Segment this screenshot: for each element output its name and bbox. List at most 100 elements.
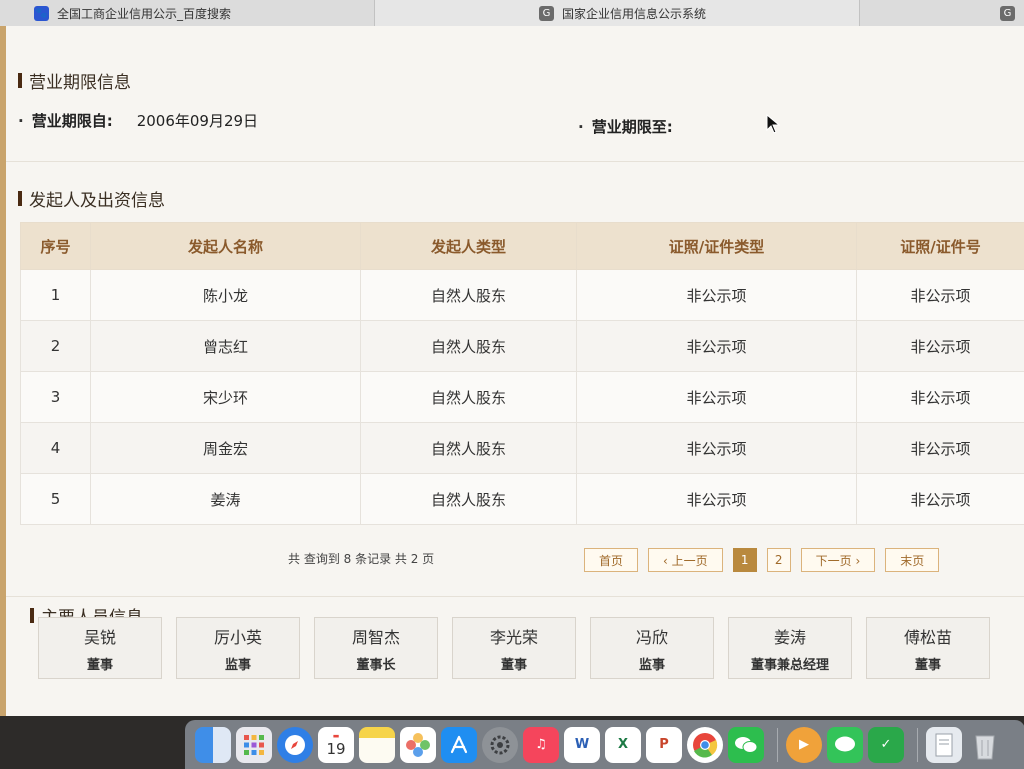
- excel-icon[interactable]: X: [605, 726, 641, 763]
- person-card: 姜涛 董事兼总经理: [728, 617, 852, 679]
- calendar-icon[interactable]: ▬ 19: [318, 726, 354, 763]
- term-to-label: 营业期限至:: [591, 118, 673, 136]
- person-role: 董事: [500, 657, 527, 673]
- first-page-button[interactable]: 首页: [584, 548, 639, 572]
- preview-icon[interactable]: [926, 726, 962, 763]
- tab-third[interactable]: G: [860, 0, 1024, 26]
- title-marker: [18, 73, 22, 88]
- flower-glyph: [406, 732, 430, 757]
- cell-id-number: 非公示项: [856, 422, 1024, 474]
- table-row: 2 曾志红 自然人股东 非公示项 非公示项: [20, 320, 1024, 372]
- cell-id-number: 非公示项: [856, 320, 1024, 372]
- cell-index: 2: [20, 320, 91, 372]
- powerpoint-icon[interactable]: P: [646, 726, 682, 763]
- tab-baidu-search[interactable]: 🐾 全国工商企业信用公示_百度搜索: [20, 0, 375, 26]
- wechat-icon[interactable]: [728, 726, 764, 763]
- last-page-button[interactable]: 末页: [885, 548, 940, 572]
- chrome-icon[interactable]: [687, 726, 723, 763]
- table-row: 1 陈小龙 自然人股东 非公示项 非公示项: [20, 269, 1024, 321]
- trash-icon[interactable]: [967, 727, 1003, 763]
- prev-page-button[interactable]: ‹ 上一页: [648, 548, 723, 572]
- cell-type: 自然人股东: [360, 320, 577, 372]
- dock-separator: [777, 727, 778, 762]
- chrome-glyph: [693, 732, 718, 758]
- person-role: 董事: [86, 657, 113, 673]
- cell-id-type: 非公示项: [576, 422, 857, 474]
- term-from-value: 2006年09月29日: [136, 112, 259, 130]
- bubble-glyph: [835, 736, 855, 751]
- table-row: 3 宋少环 自然人股东 非公示项 非公示项: [20, 371, 1024, 423]
- col-header-type: 发起人类型: [360, 222, 577, 270]
- title-marker: [18, 191, 22, 206]
- page-1-button[interactable]: 1: [732, 548, 757, 572]
- tab-label: 国家企业信用信息公示系统: [562, 6, 707, 21]
- table-row: 4 周金宏 自然人股东 非公示项 非公示项: [20, 422, 1024, 474]
- personnel-cards: 吴锐 董事 厉小英 监事 周智杰 董事长 李光荣 董事 冯欣 监事 姜涛 董事兼…: [38, 617, 1004, 679]
- cell-id-number: 非公示项: [856, 269, 1024, 321]
- person-card: 傅松苗 董事: [866, 617, 990, 679]
- tab-credit-system[interactable]: G 国家企业信用信息公示系统: [375, 0, 860, 26]
- col-header-name: 发起人名称: [90, 222, 361, 270]
- pager-summary: 共 查询到 8 条记录 共 2 页: [288, 552, 435, 566]
- gear-glyph: [490, 735, 510, 754]
- founders-title: 发起人及出资信息: [18, 186, 165, 211]
- founders-table: 序号 发起人名称 发起人类型 证照/证件类型 证照/证件号 1 陈小龙 自然人股…: [20, 222, 1024, 525]
- system-settings-icon[interactable]: [482, 726, 518, 763]
- table-row: 5 姜涛 自然人股东 非公示项 非公示项: [20, 473, 1024, 525]
- cell-index: 1: [20, 269, 91, 321]
- person-name: 厉小英: [213, 627, 262, 647]
- mouse-cursor-icon: [766, 114, 780, 134]
- business-term-title: 营业期限信息: [18, 68, 131, 93]
- person-name: 姜涛: [773, 627, 806, 647]
- cell-name: 曾志红: [90, 320, 361, 372]
- a-glyph: [450, 735, 468, 753]
- bullet: ·: [578, 117, 584, 136]
- cell-id-number: 非公示项: [856, 473, 1024, 525]
- section-divider: [6, 596, 1024, 597]
- photos-icon[interactable]: [400, 726, 436, 763]
- bullet: ·: [18, 111, 24, 130]
- g-site-icon: G: [539, 5, 554, 21]
- next-page-button[interactable]: 下一页 ›: [800, 548, 876, 572]
- dock-separator: [917, 727, 918, 762]
- person-card: 周智杰 董事长: [314, 617, 438, 679]
- cell-type: 自然人股东: [360, 473, 577, 525]
- notes-icon[interactable]: [359, 726, 395, 763]
- person-name: 吴锐: [83, 627, 116, 647]
- trash-glyph: [975, 735, 995, 759]
- section-title-text: 营业期限信息: [29, 73, 131, 93]
- person-card: 李光荣 董事: [452, 617, 576, 679]
- safari-icon[interactable]: [277, 726, 313, 763]
- launchpad-icon[interactable]: [236, 726, 272, 763]
- messages-icon[interactable]: [827, 726, 863, 763]
- col-header-id-type: 证照/证件类型: [576, 222, 857, 270]
- title-marker: [30, 608, 34, 623]
- app-store-icon[interactable]: [441, 726, 477, 763]
- cell-index: 4: [20, 422, 91, 474]
- pagination: 首页 ‹ 上一页 1 2 下一页 › 末页: [584, 548, 949, 572]
- cell-index: 5: [20, 473, 91, 525]
- cell-id-type: 非公示项: [576, 320, 857, 372]
- cell-name: 陈小龙: [90, 269, 361, 321]
- word-icon[interactable]: W: [564, 726, 600, 763]
- page-2-button[interactable]: 2: [766, 548, 791, 572]
- cell-name: 姜涛: [90, 473, 361, 525]
- person-name: 冯欣: [635, 627, 668, 647]
- grid-glyph: [244, 734, 264, 755]
- cell-id-type: 非公示项: [576, 269, 857, 321]
- chat-bubbles-glyph: [735, 736, 758, 753]
- table-header-row: 序号 发起人名称 发起人类型 证照/证件类型 证照/证件号: [20, 222, 1024, 270]
- person-name: 李光荣: [489, 627, 538, 647]
- person-role: 董事兼总经理: [750, 657, 829, 673]
- person-role: 监事: [224, 657, 251, 673]
- left-border: [0, 26, 6, 716]
- cell-name: 周金宏: [90, 422, 361, 474]
- term-to-row: · 营业期限至:: [578, 116, 697, 137]
- security-icon[interactable]: ✓: [868, 726, 904, 763]
- finder-icon[interactable]: [195, 726, 231, 763]
- music-icon[interactable]: ♫: [523, 726, 559, 763]
- cell-id-number: 非公示项: [856, 371, 1024, 423]
- infuse-icon[interactable]: ▶: [786, 726, 822, 763]
- person-role: 监事: [638, 657, 665, 673]
- document-glyph: [935, 733, 953, 756]
